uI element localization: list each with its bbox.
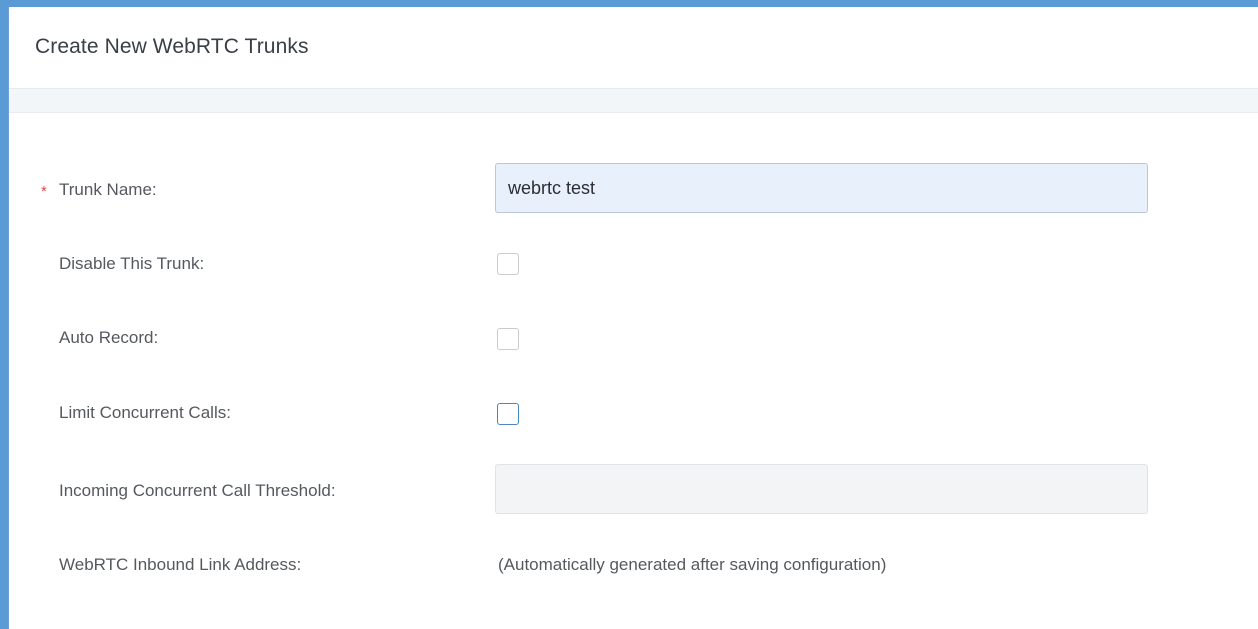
dialog-panel: Create New WebRTC Trunks * Trunk Name: D…	[8, 7, 1258, 629]
limit-concurrent-calls-label: Limit Concurrent Calls:	[59, 403, 231, 422]
dialog-header: Create New WebRTC Trunks	[9, 7, 1258, 89]
page-title: Create New WebRTC Trunks	[35, 35, 309, 58]
incoming-threshold-label: Incoming Concurrent Call Threshold:	[59, 481, 336, 500]
header-divider-band	[9, 89, 1258, 113]
inbound-link-label: WebRTC Inbound Link Address:	[59, 555, 302, 574]
auto-record-label: Auto Record:	[59, 328, 159, 347]
auto-record-checkbox[interactable]	[497, 328, 519, 350]
inbound-link-value: (Automatically generated after saving co…	[498, 555, 887, 574]
required-asterisk: *	[41, 183, 47, 200]
trunk-name-label: Trunk Name:	[59, 180, 157, 199]
disable-trunk-label: Disable This Trunk:	[59, 254, 205, 273]
trunk-name-input[interactable]	[495, 163, 1148, 213]
limit-concurrent-calls-checkbox[interactable]	[497, 403, 519, 425]
disable-trunk-checkbox[interactable]	[497, 253, 519, 275]
incoming-threshold-input[interactable]	[495, 464, 1148, 514]
